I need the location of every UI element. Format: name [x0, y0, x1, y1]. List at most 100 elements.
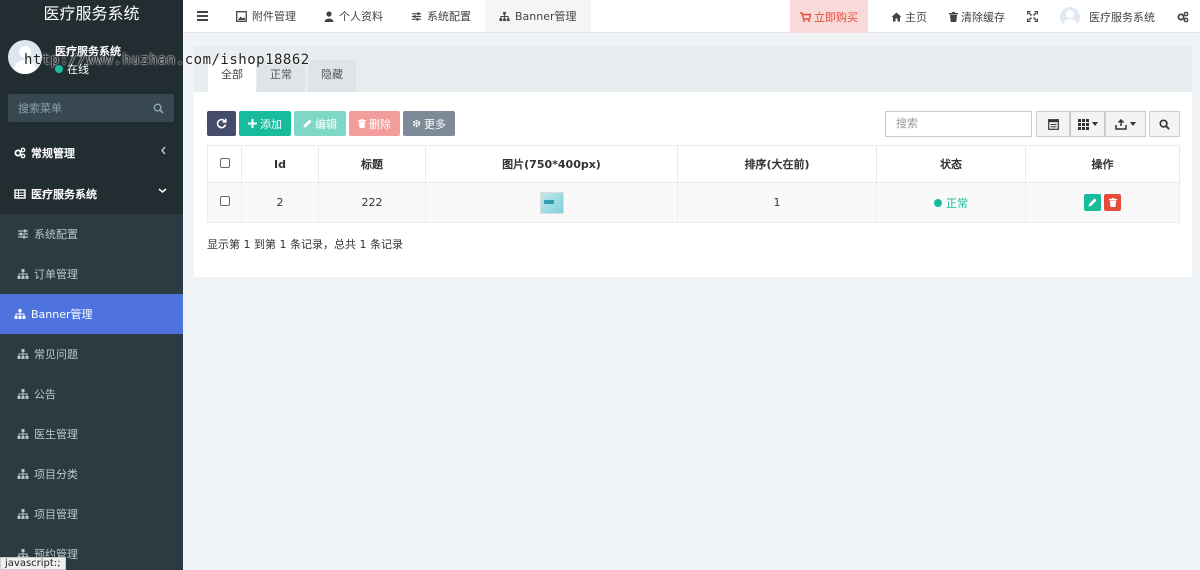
search-icon — [1159, 118, 1170, 130]
tab-label: 附件管理 — [252, 10, 296, 23]
export-dropdown-button[interactable] — [1105, 111, 1146, 137]
sidebar-item-projects[interactable]: 项目管理 — [0, 494, 183, 534]
avatar — [1060, 6, 1080, 27]
tab-label: Banner管理 — [515, 10, 577, 23]
column-header-sort[interactable]: 排序(大在前) — [677, 145, 877, 183]
select-all-checkbox-cell — [207, 145, 242, 183]
plus-icon — [248, 119, 257, 128]
cell-title: 222 — [318, 182, 426, 223]
fullscreen-icon — [1027, 11, 1038, 22]
clear-cache-button[interactable]: 清除缓存 — [938, 0, 1016, 33]
sidebar-item-orders[interactable]: 订单管理 — [0, 254, 183, 294]
export-icon — [1115, 118, 1127, 130]
sidebar-item-medical-system[interactable]: 医疗服务系统 — [0, 173, 183, 214]
shopping-cart-icon — [800, 11, 811, 22]
image-icon — [236, 10, 247, 22]
card-view-icon — [1047, 118, 1059, 130]
brand-logo[interactable]: 医疗服务系统 — [0, 0, 183, 28]
table-icon — [14, 188, 26, 199]
home-link[interactable]: 主页 — [880, 0, 938, 33]
user-menu[interactable]: 医疗服务系统 — [1049, 0, 1166, 33]
sitemap-icon — [17, 269, 29, 279]
sidebar-toggle-button[interactable] — [183, 0, 222, 32]
top-navbar: 附件管理 个人资料 系统配置 Banner管理 立即购买 主页 清除缓存 医疗服… — [183, 0, 1200, 33]
sidebar-item-notice[interactable]: 公告 — [0, 374, 183, 414]
column-header-title[interactable]: 标题 — [318, 145, 426, 183]
sidebar-item-system-config[interactable]: 系统配置 — [0, 214, 183, 254]
pencil-icon — [1088, 198, 1097, 207]
select-all-checkbox[interactable] — [219, 157, 230, 168]
sidebar-item-banner[interactable]: Banner管理 — [0, 294, 183, 334]
more-button-label: 更多 — [424, 117, 446, 131]
sidebar-item-label: 项目分类 — [34, 468, 78, 481]
url-watermark: http://www.huzhan.com/ishop18862 — [24, 52, 310, 68]
sitemap-icon — [17, 509, 29, 519]
tab-profile[interactable]: 个人资料 — [310, 0, 397, 32]
cell-status: 正常 — [876, 182, 1026, 223]
content-panel: 全部 正常 隐藏 添加 编辑 删除 更多 搜索 Id 标题 图片(750*400… — [194, 46, 1192, 277]
row-edit-button[interactable] — [1084, 194, 1101, 211]
add-button[interactable]: 添加 — [239, 111, 291, 136]
delete-button[interactable]: 删除 — [349, 111, 400, 136]
table-row: 2 222 1 正常 — [207, 182, 1180, 223]
buy-now-button[interactable]: 立即购买 — [790, 0, 868, 33]
column-header-status[interactable]: 状态 — [876, 145, 1026, 183]
tab-system-config[interactable]: 系统配置 — [397, 0, 485, 32]
gear-icon — [412, 119, 421, 128]
chevron-left-icon — [161, 146, 166, 155]
row-checkbox[interactable] — [219, 196, 230, 206]
cogs-icon — [1177, 11, 1189, 22]
add-button-label: 添加 — [260, 117, 282, 131]
column-header-id[interactable]: Id — [241, 145, 319, 183]
tab-banner[interactable]: Banner管理 — [485, 0, 591, 32]
user-icon — [324, 10, 334, 22]
search-icon[interactable] — [153, 103, 164, 114]
tab-attachments[interactable]: 附件管理 — [222, 0, 310, 32]
sidebar-item-label: 常见问题 — [34, 348, 78, 361]
sidebar-item-faq[interactable]: 常见问题 — [0, 334, 183, 374]
edit-button[interactable]: 编辑 — [294, 111, 346, 136]
hamburger-icon — [197, 11, 208, 21]
sidebar-item-label: 系统配置 — [34, 228, 78, 241]
fullscreen-button[interactable] — [1016, 0, 1049, 33]
refresh-icon — [216, 118, 227, 129]
sitemap-icon — [17, 469, 29, 479]
chevron-down-icon — [158, 188, 167, 193]
advanced-search-button[interactable] — [1149, 111, 1180, 137]
table-search-input[interactable]: 搜索 — [885, 111, 1032, 137]
sidebar-item-doctors[interactable]: 医生管理 — [0, 414, 183, 454]
navbar-right: 立即购买 主页 清除缓存 医疗服务系统 — [790, 0, 1200, 33]
toggle-view-button[interactable] — [1036, 111, 1070, 137]
home-label: 主页 — [905, 10, 927, 24]
refresh-button[interactable] — [207, 111, 236, 136]
settings-button[interactable] — [1166, 0, 1200, 33]
more-button[interactable]: 更多 — [403, 111, 455, 136]
columns-dropdown-button[interactable] — [1070, 111, 1105, 137]
row-delete-button[interactable] — [1104, 194, 1121, 211]
trash-icon — [358, 119, 366, 128]
status-badge[interactable]: 正常 — [934, 195, 968, 211]
row-checkbox-cell — [207, 182, 242, 223]
cell-sort: 1 — [677, 182, 877, 223]
table-header-row: Id 标题 图片(750*400px) 排序(大在前) 状态 操作 — [207, 145, 1180, 183]
tab-hidden[interactable]: 隐藏 — [308, 60, 356, 92]
sidebar-item-label: 医疗服务系统 — [31, 187, 97, 201]
sidebar-item-label: 常规管理 — [31, 146, 75, 160]
menu-search-placeholder: 搜索菜单 — [18, 102, 62, 115]
sidebar-item-general[interactable]: 常规管理 — [0, 132, 183, 173]
row-actions — [1084, 194, 1121, 211]
sidebar-item-label: 项目管理 — [34, 508, 78, 521]
sidebar-item-label: 订单管理 — [34, 268, 78, 281]
menu-search-input[interactable]: 搜索菜单 — [8, 94, 174, 122]
banner-thumbnail[interactable] — [539, 191, 564, 214]
caret-down-icon — [1091, 122, 1098, 126]
sidebar-item-label: 医生管理 — [34, 428, 78, 441]
column-header-actions: 操作 — [1025, 145, 1180, 183]
sidebar-item-project-category[interactable]: 项目分类 — [0, 454, 183, 494]
column-header-image[interactable]: 图片(750*400px) — [425, 145, 678, 183]
sidebar-menu: 常规管理 医疗服务系统 系统配置 订单管理 Banner管理 常见问题 公告 医… — [0, 132, 183, 570]
grid-icon — [1077, 118, 1089, 130]
data-table: Id 标题 图片(750*400px) 排序(大在前) 状态 操作 2 222 … — [207, 145, 1180, 223]
cogs-icon — [14, 147, 26, 158]
browser-status-bar: javascript:; — [0, 557, 66, 570]
